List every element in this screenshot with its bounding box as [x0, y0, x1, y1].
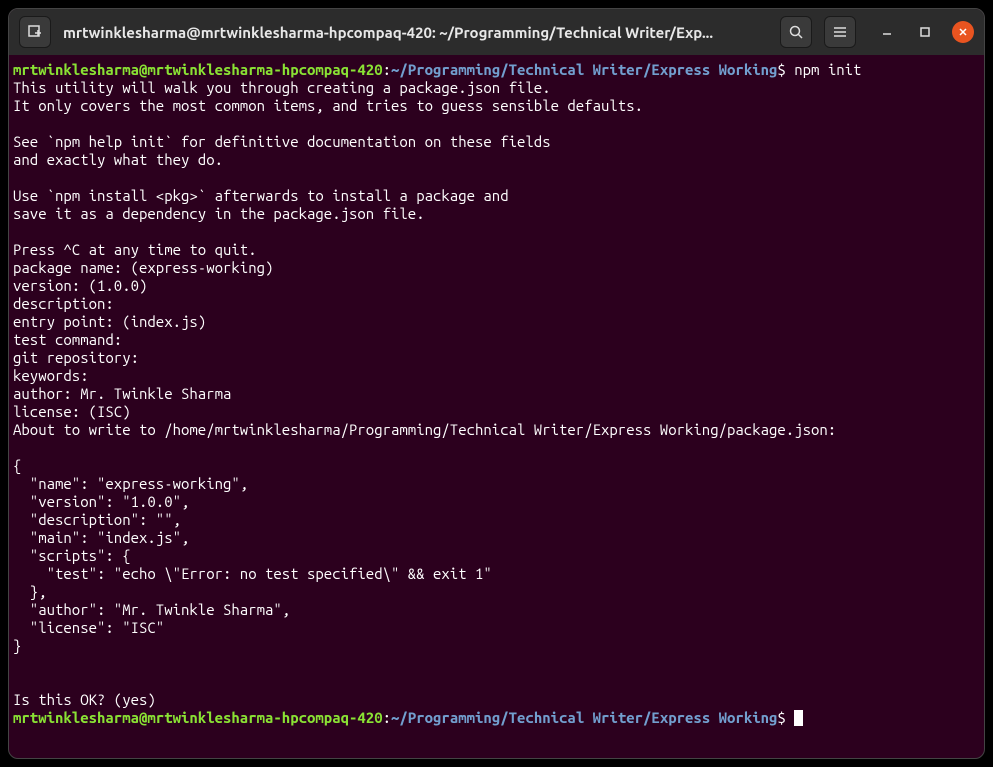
terminal-content[interactable]: mrtwinklesharma@mrtwinklesharma-hpcompaq… — [9, 55, 984, 758]
output-line: save it as a dependency in the package.j… — [13, 205, 425, 222]
output-line: "name": "express-working", — [13, 475, 248, 492]
command-text: npm init — [794, 61, 861, 78]
output-line: } — [13, 637, 21, 654]
window-title: mrtwinklesharma@mrtwinklesharma-hpcompaq… — [63, 24, 768, 41]
output-line: license: (ISC) — [13, 403, 139, 420]
prompt-colon: : — [383, 709, 391, 726]
prompt-dollar: $ — [777, 709, 785, 726]
close-icon — [957, 26, 969, 38]
output-line: Press ^C at any time to quit. — [13, 241, 257, 258]
output-line: { — [13, 457, 21, 474]
output-line: test command: — [13, 331, 131, 348]
output-line: author: Mr. Twinkle Sharma — [13, 385, 231, 402]
prompt-path: ~/Programming/Technical Writer/Express W… — [391, 709, 777, 726]
output-line: About to write to /home/mrtwinklesharma/… — [13, 421, 836, 438]
output-line: entry point: (index.js) — [13, 313, 215, 330]
output-line: package name: (express-working) — [13, 259, 282, 276]
cursor — [794, 710, 803, 726]
prompt-colon: : — [383, 61, 391, 78]
prompt-path: ~/Programming/Technical Writer/Express W… — [391, 61, 777, 78]
output-line: "test": "echo \"Error: no test specified… — [13, 565, 492, 582]
output-line: "version": "1.0.0", — [13, 493, 189, 510]
maximize-button[interactable] — [914, 21, 936, 43]
output-line: "scripts": { — [13, 547, 131, 564]
maximize-icon — [919, 26, 931, 38]
titlebar: mrtwinklesharma@mrtwinklesharma-hpcompaq… — [9, 9, 984, 55]
output-line: This utility will walk you through creat… — [13, 79, 551, 96]
terminal-window: mrtwinklesharma@mrtwinklesharma-hpcompaq… — [8, 8, 985, 759]
search-icon — [788, 24, 804, 40]
output-line: and exactly what they do. — [13, 151, 223, 168]
output-line: keywords: — [13, 367, 97, 384]
output-line: It only covers the most common items, an… — [13, 97, 643, 114]
output-line: description: — [13, 295, 122, 312]
output-line: Use `npm install <pkg>` afterwards to in… — [13, 187, 509, 204]
menu-button[interactable] — [824, 16, 856, 48]
minimize-button[interactable] — [876, 21, 898, 43]
search-button[interactable] — [780, 16, 812, 48]
output-line: }, — [13, 583, 47, 600]
hamburger-icon — [832, 24, 848, 40]
output-line: "description": "", — [13, 511, 181, 528]
output-line: "main": "index.js", — [13, 529, 189, 546]
new-tab-icon — [27, 24, 43, 40]
output-line: git repository: — [13, 349, 147, 366]
minimize-icon — [881, 26, 893, 38]
output-line: "license": "ISC" — [13, 619, 164, 636]
window-controls — [876, 21, 974, 43]
close-button[interactable] — [952, 21, 974, 43]
output-line: version: (1.0.0) — [13, 277, 156, 294]
prompt-dollar: $ — [777, 61, 785, 78]
new-tab-button[interactable] — [19, 16, 51, 48]
output-line: See `npm help init` for definitive docum… — [13, 133, 551, 150]
prompt-user-host: mrtwinklesharma@mrtwinklesharma-hpcompaq… — [13, 61, 383, 78]
prompt-user-host: mrtwinklesharma@mrtwinklesharma-hpcompaq… — [13, 709, 383, 726]
output-line: Is this OK? (yes) — [13, 691, 164, 708]
output-line: "author": "Mr. Twinkle Sharma", — [13, 601, 290, 618]
